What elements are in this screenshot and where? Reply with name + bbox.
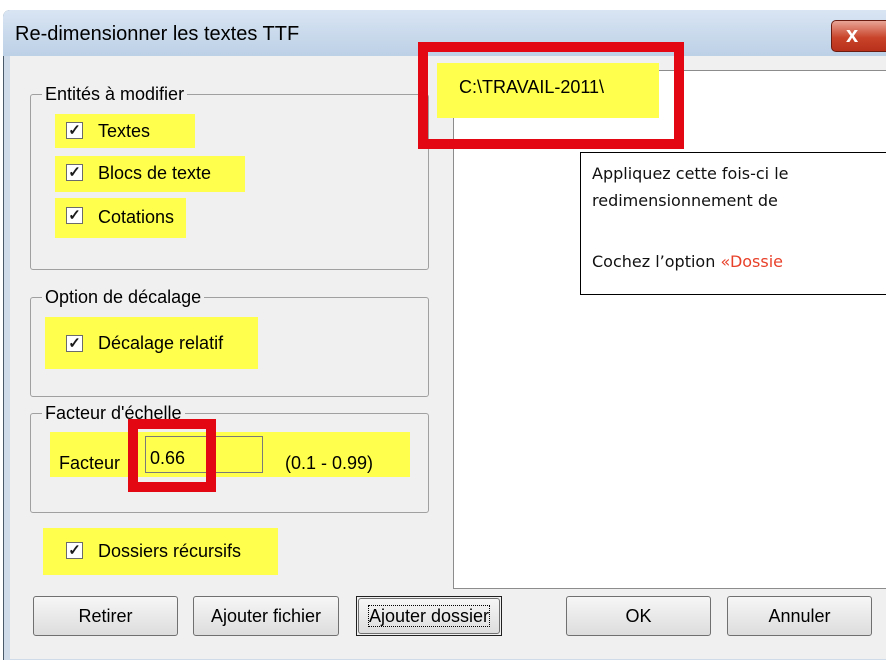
checkbox-textes-label: Textes [98, 121, 151, 141]
checkbox-textes[interactable]: ✓ [66, 122, 83, 139]
offset-group-legend: Option de décalage [42, 286, 205, 308]
checkbox-dossiers-recursifs-label: Dossiers récursifs [98, 541, 242, 561]
annotation-callout: Appliquez cette fois-ci le redimensionne… [580, 152, 886, 295]
callout-line-3: Cochez l’option «Dossie [592, 252, 784, 271]
callout-highlight: «Dossie [720, 252, 784, 271]
dialog-title: Re-dimensionner les textes TTF [15, 23, 300, 45]
checkbox-dossiers-recursifs[interactable]: ✓ [66, 542, 83, 559]
callout-line-1: Appliquez cette fois-ci le [592, 164, 789, 183]
checkbox-cotations-label: Cotations [98, 207, 175, 227]
checkbox-decalage-relatif-label: Décalage relatif [98, 333, 224, 353]
callout-line-2: redimensionnement de [592, 191, 778, 210]
checkbox-blocs-de-texte-label: Blocs de texte [98, 163, 212, 183]
checkbox-blocs-de-texte[interactable]: ✓ [66, 164, 83, 181]
close-icon: x [846, 22, 859, 47]
annotation-box-factor [128, 419, 216, 492]
add-folder-label: Ajouter dossier [367, 605, 491, 627]
add-folder-button[interactable]: Ajouter dossier [358, 598, 500, 634]
remove-button[interactable]: Retirer [33, 596, 178, 636]
checkbox-decalage-relatif[interactable]: ✓ [66, 335, 83, 352]
add-file-button[interactable]: Ajouter fichier [193, 596, 339, 636]
ok-button[interactable]: OK [566, 596, 711, 636]
factor-label: Facteur [59, 453, 121, 473]
close-button[interactable]: x [831, 20, 886, 52]
checkbox-cotations[interactable]: ✓ [66, 207, 83, 224]
cancel-button[interactable]: Annuler [727, 596, 872, 636]
annotation-box-path [418, 42, 684, 149]
entities-group-legend: Entités à modifier [42, 83, 188, 105]
factor-range-hint: (0.1 - 0.99) [285, 453, 374, 473]
